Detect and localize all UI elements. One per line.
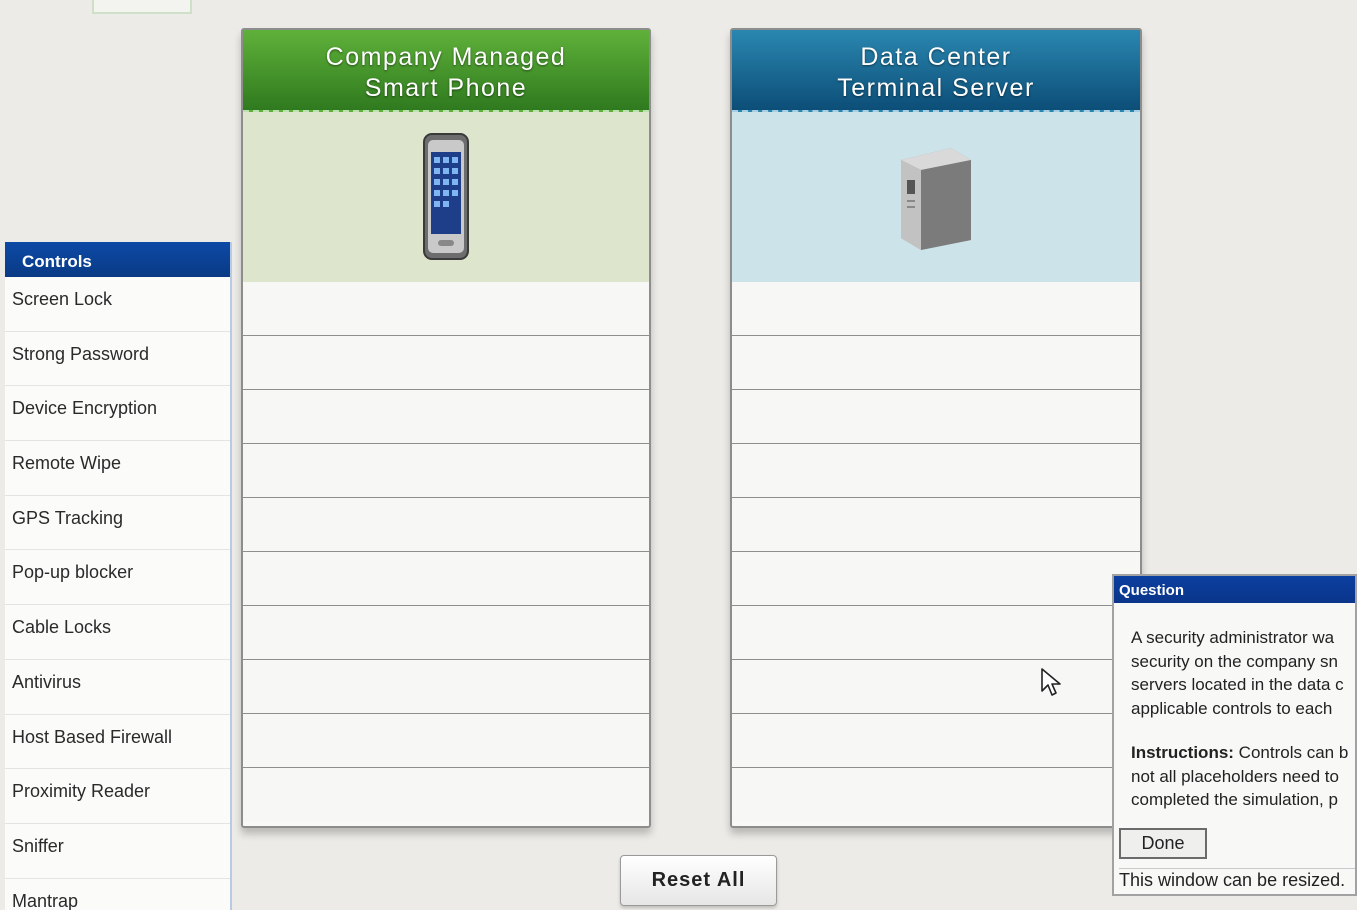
control-proximity-reader[interactable]: Proximity Reader	[5, 769, 230, 824]
mouse-cursor-icon	[1041, 668, 1061, 696]
question-text: A security administrator wa security on …	[1131, 626, 1355, 720]
resize-note: This window can be resized.	[1119, 868, 1355, 891]
server-icon	[901, 148, 971, 250]
question-line: security on the company sn	[1131, 651, 1338, 671]
smartphone-icon	[423, 132, 469, 260]
smartphone-card: Company Managed Smart Phone	[241, 28, 651, 828]
smartphone-slot-4[interactable]	[243, 444, 649, 498]
question-title: Question	[1114, 576, 1355, 603]
server-title-line2: Terminal Server	[837, 74, 1035, 102]
server-slot-9[interactable]	[732, 714, 1140, 768]
server-slot-6[interactable]	[732, 552, 1140, 606]
control-popup-blocker[interactable]: Pop-up blocker	[5, 550, 230, 606]
question-body: A security administrator wa security on …	[1131, 626, 1355, 833]
instructions-text: Instructions: Controls can b not all pla…	[1131, 741, 1355, 812]
smartphone-card-header: Company Managed Smart Phone	[243, 30, 649, 112]
controls-title: Controls	[5, 242, 230, 277]
smartphone-image-area	[243, 112, 649, 282]
server-slot-8[interactable]	[732, 660, 1140, 714]
control-strong-password[interactable]: Strong Password	[5, 332, 230, 387]
smartphone-slot-7[interactable]	[243, 606, 649, 660]
control-remote-wipe[interactable]: Remote Wipe	[5, 441, 230, 496]
smartphone-title-line2: Smart Phone	[364, 74, 528, 102]
top-tab	[92, 0, 192, 14]
question-line: A security administrator wa	[1131, 628, 1335, 647]
control-screen-lock[interactable]: Screen Lock	[5, 277, 230, 332]
control-gps-tracking[interactable]: GPS Tracking	[5, 496, 230, 551]
question-window[interactable]: Question A security administrator wa sec…	[1112, 574, 1357, 896]
smartphone-slot-8[interactable]	[243, 660, 649, 714]
question-line: applicable controls to each	[1131, 698, 1333, 718]
done-button[interactable]: Done	[1119, 828, 1207, 859]
server-card: Data Center Terminal Server	[730, 28, 1142, 828]
question-line: servers located in the data c	[1131, 675, 1344, 694]
server-slot-10[interactable]	[732, 768, 1140, 822]
control-mantrap[interactable]: Mantrap	[5, 879, 230, 910]
reset-all-button[interactable]: Reset All	[620, 855, 777, 906]
controls-panel: Controls Screen Lock Strong Password Dev…	[5, 242, 232, 910]
smartphone-slot-5[interactable]	[243, 498, 649, 552]
server-slot-4[interactable]	[732, 444, 1140, 498]
server-slot-3[interactable]	[732, 390, 1140, 444]
instructions-line: completed the simulation, p	[1131, 790, 1338, 809]
control-host-based-firewall[interactable]: Host Based Firewall	[5, 715, 230, 770]
server-slot-5[interactable]	[732, 498, 1140, 552]
instructions-line: Controls can b	[1233, 743, 1349, 762]
server-slot-1[interactable]	[732, 282, 1140, 336]
smartphone-slot-1[interactable]	[243, 282, 649, 336]
server-slot-2[interactable]	[732, 336, 1140, 390]
smartphone-slot-2[interactable]	[243, 336, 649, 390]
smartphone-slot-6[interactable]	[243, 552, 649, 606]
control-sniffer[interactable]: Sniffer	[5, 824, 230, 879]
server-image-area	[732, 112, 1140, 282]
instructions-label: Instructions:	[1131, 743, 1234, 762]
control-device-encryption[interactable]: Device Encryption	[5, 386, 230, 442]
server-title-line1: Data Center	[860, 43, 1012, 71]
control-cable-locks[interactable]: Cable Locks	[5, 605, 230, 660]
smartphone-slot-3[interactable]	[243, 390, 649, 444]
instructions-line: not all placeholders need to	[1131, 766, 1339, 786]
smartphone-slot-10[interactable]	[243, 768, 649, 822]
smartphone-slot-9[interactable]	[243, 714, 649, 768]
server-slot-7[interactable]	[732, 606, 1140, 660]
smartphone-title-line1: Company Managed	[325, 43, 567, 71]
control-antivirus[interactable]: Antivirus	[5, 660, 230, 715]
server-card-header: Data Center Terminal Server	[732, 30, 1140, 112]
